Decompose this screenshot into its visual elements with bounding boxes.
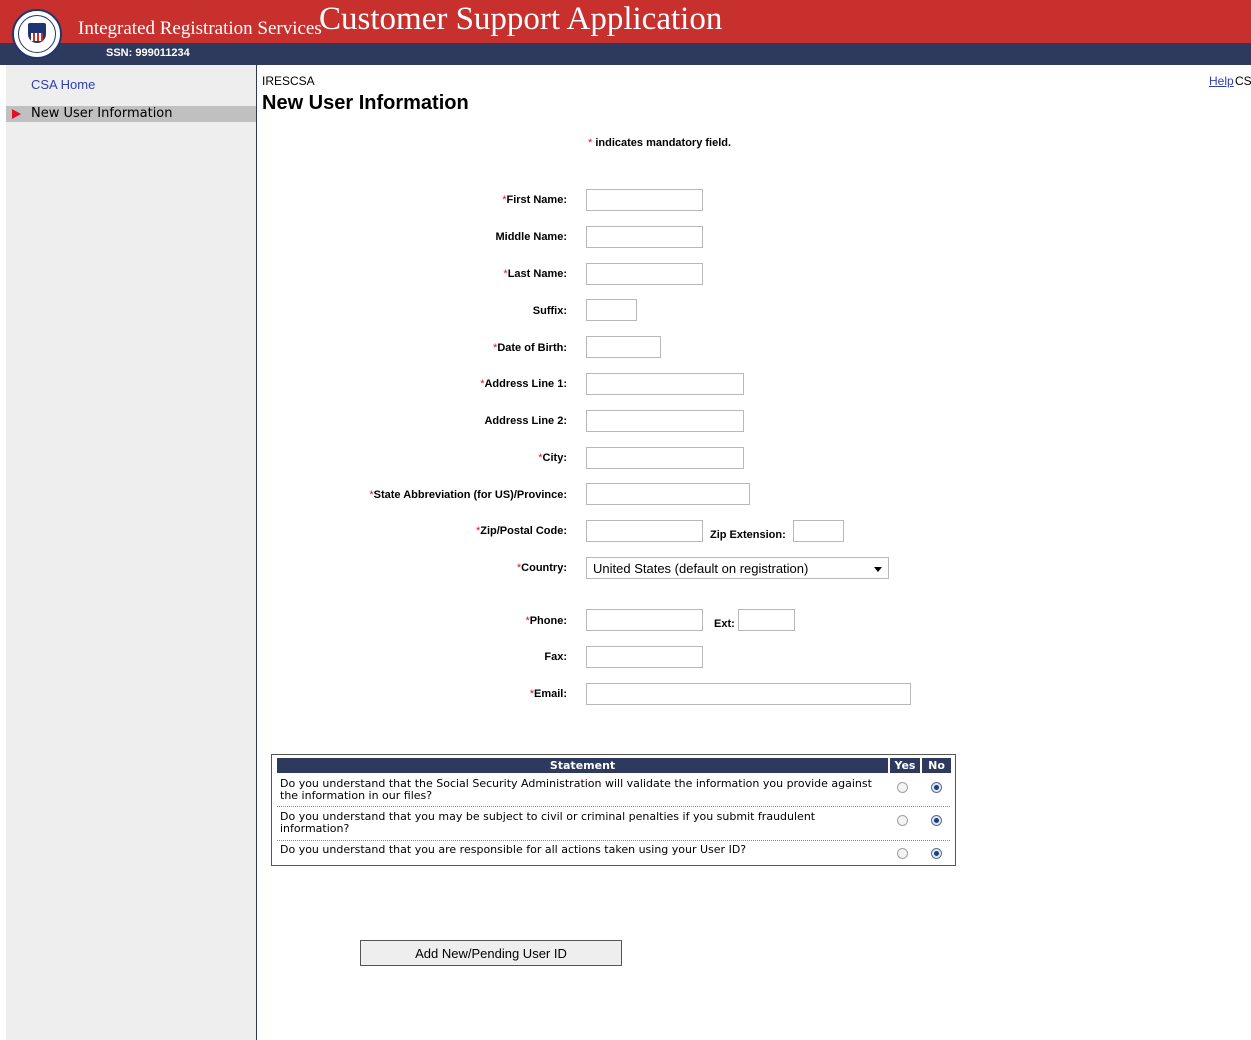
page-title: New User Information bbox=[262, 92, 469, 114]
no-header: No bbox=[922, 758, 951, 773]
sidebar bbox=[0, 65, 257, 1040]
statement-2-no-radio[interactable] bbox=[931, 815, 942, 826]
sidebar-edge bbox=[0, 65, 6, 1040]
zip-extension-label: Zip Extension: bbox=[710, 529, 786, 541]
phone-extension-field[interactable] bbox=[738, 609, 795, 631]
phone-label: *Phone: bbox=[525, 615, 567, 627]
country-selected-value: United States (default on registration) bbox=[593, 561, 809, 576]
email-label: *Email: bbox=[529, 688, 567, 700]
mandatory-note-text: indicates mandatory field. bbox=[595, 137, 732, 149]
yes-header: Yes bbox=[890, 758, 920, 773]
email-field[interactable] bbox=[586, 683, 911, 705]
state-province-field[interactable] bbox=[586, 483, 750, 505]
address-line-1-label: *Address Line 1: bbox=[480, 378, 567, 390]
city-field[interactable] bbox=[586, 447, 744, 469]
screen-id: IRESCSA bbox=[262, 74, 315, 88]
statement-table: Statement Yes No Do you understand that … bbox=[271, 754, 956, 866]
statement-question-3: Do you understand that you are responsib… bbox=[280, 843, 747, 856]
middle-name-label: Middle Name: bbox=[495, 231, 567, 243]
row-divider bbox=[277, 806, 950, 807]
country-select[interactable]: United States (default on registration) bbox=[586, 557, 889, 579]
chevron-down-icon bbox=[874, 567, 882, 572]
first-name-field[interactable] bbox=[586, 189, 703, 211]
statement-1-no-radio[interactable] bbox=[931, 782, 942, 793]
phone-field[interactable] bbox=[586, 609, 703, 631]
sidebar-item-label: New User Information bbox=[31, 106, 173, 121]
zip-label: *Zip/Postal Code: bbox=[475, 525, 567, 537]
add-user-id-button[interactable]: Add New/Pending User ID bbox=[360, 940, 622, 966]
row-divider bbox=[277, 840, 950, 841]
fax-label: Fax: bbox=[544, 651, 567, 663]
screen-code: CS004 bbox=[1235, 74, 1251, 88]
last-name-label: *Last Name: bbox=[503, 268, 567, 280]
ssn-label: SSN: 999011234 bbox=[106, 47, 190, 59]
required-marker: * bbox=[588, 137, 593, 149]
statement-question-1: Do you understand that the Social Securi… bbox=[280, 777, 872, 802]
suffix-field[interactable] bbox=[586, 299, 637, 321]
date-of-birth-field[interactable] bbox=[586, 336, 661, 358]
state-label: *State Abbreviation (for US)/Province: bbox=[369, 489, 567, 501]
ssa-seal-icon bbox=[12, 9, 62, 59]
sidebar-item-csa-home[interactable]: CSA Home bbox=[31, 77, 95, 92]
middle-name-field[interactable] bbox=[586, 226, 703, 248]
address-line-1-field[interactable] bbox=[586, 373, 744, 395]
dob-label: *Date of Birth: bbox=[493, 342, 567, 354]
statement-question-2: Do you understand that you may be subjec… bbox=[280, 810, 816, 835]
last-name-field[interactable] bbox=[586, 263, 703, 285]
city-label: *City: bbox=[538, 452, 567, 464]
statement-header: Statement bbox=[277, 758, 888, 773]
address-line-2-label: Address Line 2: bbox=[484, 415, 567, 427]
statement-3-no-radio[interactable] bbox=[931, 848, 942, 859]
statement-2-yes-radio[interactable] bbox=[897, 815, 908, 826]
help-link[interactable]: Help bbox=[1209, 74, 1234, 88]
country-label: *Country: bbox=[516, 562, 567, 574]
app-title: Customer Support Application bbox=[319, 1, 723, 37]
sidebar-item-new-user-information[interactable]: New User Information bbox=[6, 106, 256, 122]
fax-field[interactable] bbox=[586, 646, 703, 668]
phone-ext-label: Ext: bbox=[714, 618, 735, 630]
zip-extension-field[interactable] bbox=[793, 520, 844, 542]
statement-3-yes-radio[interactable] bbox=[897, 848, 908, 859]
statement-1-yes-radio[interactable] bbox=[897, 782, 908, 793]
suffix-label: Suffix: bbox=[532, 305, 567, 317]
sidebar-divider bbox=[256, 65, 257, 1040]
address-line-2-field[interactable] bbox=[586, 410, 744, 432]
triangle-right-icon bbox=[12, 109, 21, 119]
mandatory-note: * indicates mandatory field. bbox=[588, 137, 731, 149]
brand-title: Integrated Registration Services bbox=[78, 18, 322, 39]
zip-postal-code-field[interactable] bbox=[586, 520, 703, 542]
first-name-label: *First Name: bbox=[502, 194, 567, 206]
